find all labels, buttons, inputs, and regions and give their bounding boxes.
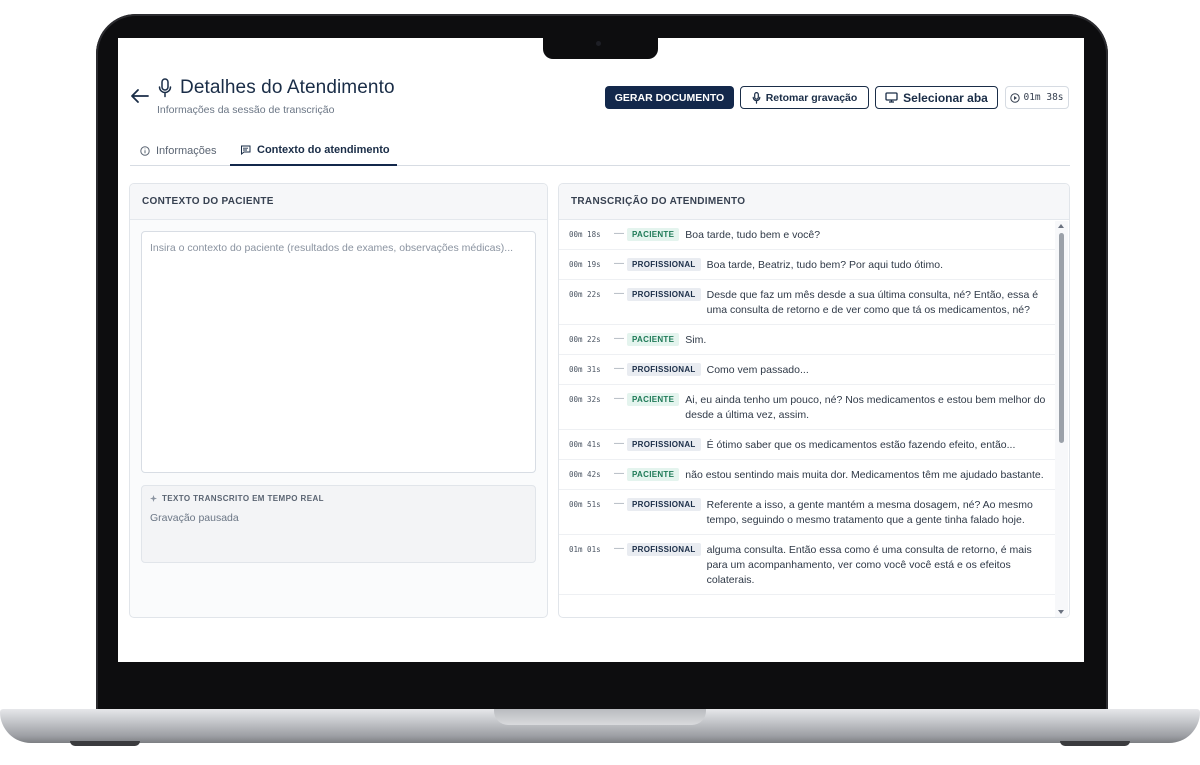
transcript-message: alguma consulta. Então essa como é uma c…: [706, 544, 1032, 586]
transcript-panel: TRANSCRIÇÃO DO ATENDIMENTO 00m 18s — PACIE…: [558, 183, 1070, 618]
speaker-badge: PACIENTE: [627, 228, 680, 241]
monitor-icon: [885, 92, 898, 103]
speaker-badge: PROFISSIONAL: [627, 363, 701, 376]
select-tab-button[interactable]: Selecionar aba: [875, 86, 998, 109]
transcript-row: 00m 41s — PROFISSIONAL É ótimo saber que os…: [559, 430, 1055, 460]
transcript-timestamp: 01m 01s: [569, 545, 601, 554]
sparkle-icon: [150, 495, 157, 502]
microphone-icon: [158, 78, 172, 98]
camera-notch: [543, 38, 658, 59]
resume-recording-button[interactable]: Retomar gravação: [740, 86, 869, 109]
page-title: Detalhes do Atendimento: [180, 77, 395, 98]
transcript-scrollbar[interactable]: [1055, 221, 1068, 617]
transcript-separator: —: [614, 393, 624, 404]
transcript-separator: —: [614, 288, 624, 299]
tab-contexto-atendimento[interactable]: Contexto do atendimento: [230, 136, 397, 166]
transcript-list[interactable]: 00m 18s — PACIENTE Boa tarde, tudo bem e vo…: [559, 220, 1055, 617]
transcript-timestamp: 00m 51s: [569, 500, 601, 509]
transcript-timestamp: 00m 22s: [569, 335, 601, 344]
tab-bar: Informações Contexto do atendimento: [130, 136, 1070, 166]
transcript-row: 00m 22s — PACIENTE Sim.: [559, 325, 1055, 355]
transcript-message: Referente a isso, a gente mantém a mesma…: [706, 499, 1033, 526]
chat-icon: [241, 145, 251, 155]
transcript-separator: —: [614, 228, 624, 239]
speaker-badge: PROFISSIONAL: [627, 258, 701, 271]
transcript-message: Ai, eu ainda tenho um pouco, né? Nos med…: [685, 394, 1046, 421]
live-transcript-header: TEXTO TRANSCRITO EM TEMPO REAL: [150, 494, 527, 503]
back-arrow-icon[interactable]: [130, 88, 150, 104]
speaker-badge: PROFISSIONAL: [627, 543, 701, 556]
info-icon: [140, 146, 150, 156]
transcript-row: 00m 51s — PROFISSIONAL Referente a isso, a …: [559, 490, 1055, 535]
transcript-timestamp: 00m 18s: [569, 230, 601, 239]
scroll-down-arrow-icon[interactable]: [1058, 610, 1064, 614]
transcript-timestamp: 00m 41s: [569, 440, 601, 449]
resume-recording-label: Retomar gravação: [765, 91, 858, 104]
generate-document-button[interactable]: GERAR DOCUMENTO: [605, 86, 734, 109]
live-transcript-box: TEXTO TRANSCRITO EM TEMPO REAL Gravação …: [141, 485, 536, 563]
transcript-timestamp: 00m 42s: [569, 470, 601, 479]
transcript-message: Sim.: [685, 334, 707, 346]
transcript-separator: —: [614, 438, 624, 449]
transcript-timestamp: 00m 19s: [569, 260, 601, 269]
laptop-opening-groove: [494, 709, 706, 725]
transcript-separator: —: [614, 468, 624, 479]
tab-informacoes-label: Informações: [156, 145, 217, 157]
speaker-badge: PROFISSIONAL: [627, 438, 701, 451]
speaker-badge: PACIENTE: [627, 333, 680, 346]
microphone-icon: [752, 91, 761, 104]
speaker-badge: PACIENTE: [627, 393, 680, 406]
select-tab-label: Selecionar aba: [903, 90, 988, 105]
transcript-timestamp: 00m 32s: [569, 395, 601, 404]
speaker-badge: PROFISSIONAL: [627, 288, 701, 301]
transcript-row: 01m 01s — PROFISSIONAL alguma consulta. Ent…: [559, 535, 1055, 595]
patient-context-placeholder: Insira o contexto do paciente (resultado…: [150, 242, 514, 254]
camera-icon: [596, 41, 601, 46]
speaker-badge: PROFISSIONAL: [627, 498, 701, 511]
transcript-row: 00m 18s — PACIENTE Boa tarde, tudo bem e vo…: [559, 220, 1055, 250]
live-transcript-label: TEXTO TRANSCRITO EM TEMPO REAL: [162, 494, 324, 503]
transcript-timestamp: 00m 31s: [569, 365, 601, 374]
transcript-message: não estou sentindo mais muita dor. Medic…: [685, 469, 1044, 481]
laptop-foot-left: [70, 741, 140, 746]
transcript-row: 00m 22s — PROFISSIONAL Desde que faz um mês…: [559, 280, 1055, 325]
transcript-row: 00m 19s — PROFISSIONAL Boa tarde, Beatriz, …: [559, 250, 1055, 280]
patient-context-panel: CONTEXTO DO PACIENTE Insira o contexto d…: [129, 183, 548, 618]
transcript-separator: —: [614, 363, 624, 374]
transcript-row: 00m 42s — PACIENTE não estou sentindo mais …: [559, 460, 1055, 490]
timer-value: 01m 38s: [1023, 92, 1064, 103]
transcript-message: Boa tarde, tudo bem e você?: [685, 229, 821, 241]
transcript-message: Boa tarde, Beatriz, tudo bem? Por aqui t…: [706, 259, 943, 271]
page-subtitle: Informações da sessão de transcrição: [157, 104, 335, 116]
scroll-thumb[interactable]: [1059, 233, 1064, 443]
transcript-separator: —: [614, 258, 624, 269]
tab-contexto-label: Contexto do atendimento: [257, 144, 390, 156]
transcript-message: Desde que faz um mês desde a sua última …: [706, 289, 1039, 316]
patient-context-heading: CONTEXTO DO PACIENTE: [130, 184, 547, 220]
transcript-heading: TRANSCRIÇÃO DO ATENDIMENTO: [559, 184, 1069, 220]
generate-document-label: GERAR DOCUMENTO: [614, 91, 725, 104]
live-transcript-status: Gravação pausada: [150, 512, 239, 524]
scroll-up-arrow-icon[interactable]: [1058, 224, 1064, 228]
transcript-message: Como vem passado...: [706, 364, 809, 376]
speaker-badge: PACIENTE: [627, 468, 680, 481]
patient-context-input[interactable]: Insira o contexto do paciente (resultado…: [141, 231, 536, 473]
transcript-row: 00m 31s — PROFISSIONAL Como vem passado...: [559, 355, 1055, 385]
recording-timer: 01m 38s: [1005, 86, 1069, 109]
transcript-message: É ótimo saber que os medicamentos estão …: [706, 439, 1016, 451]
laptop-foot-right: [1060, 741, 1130, 746]
transcript-separator: —: [614, 543, 624, 554]
tab-informacoes[interactable]: Informações: [140, 136, 217, 166]
app-screen: Detalhes do Atendimento Informações da s…: [118, 38, 1084, 662]
transcript-separator: —: [614, 498, 624, 509]
transcript-timestamp: 00m 22s: [569, 290, 601, 299]
transcript-row: 00m 32s — PACIENTE Ai, eu ainda tenho um po…: [559, 385, 1055, 430]
transcript-separator: —: [614, 333, 624, 344]
play-circle-icon: [1010, 92, 1021, 103]
